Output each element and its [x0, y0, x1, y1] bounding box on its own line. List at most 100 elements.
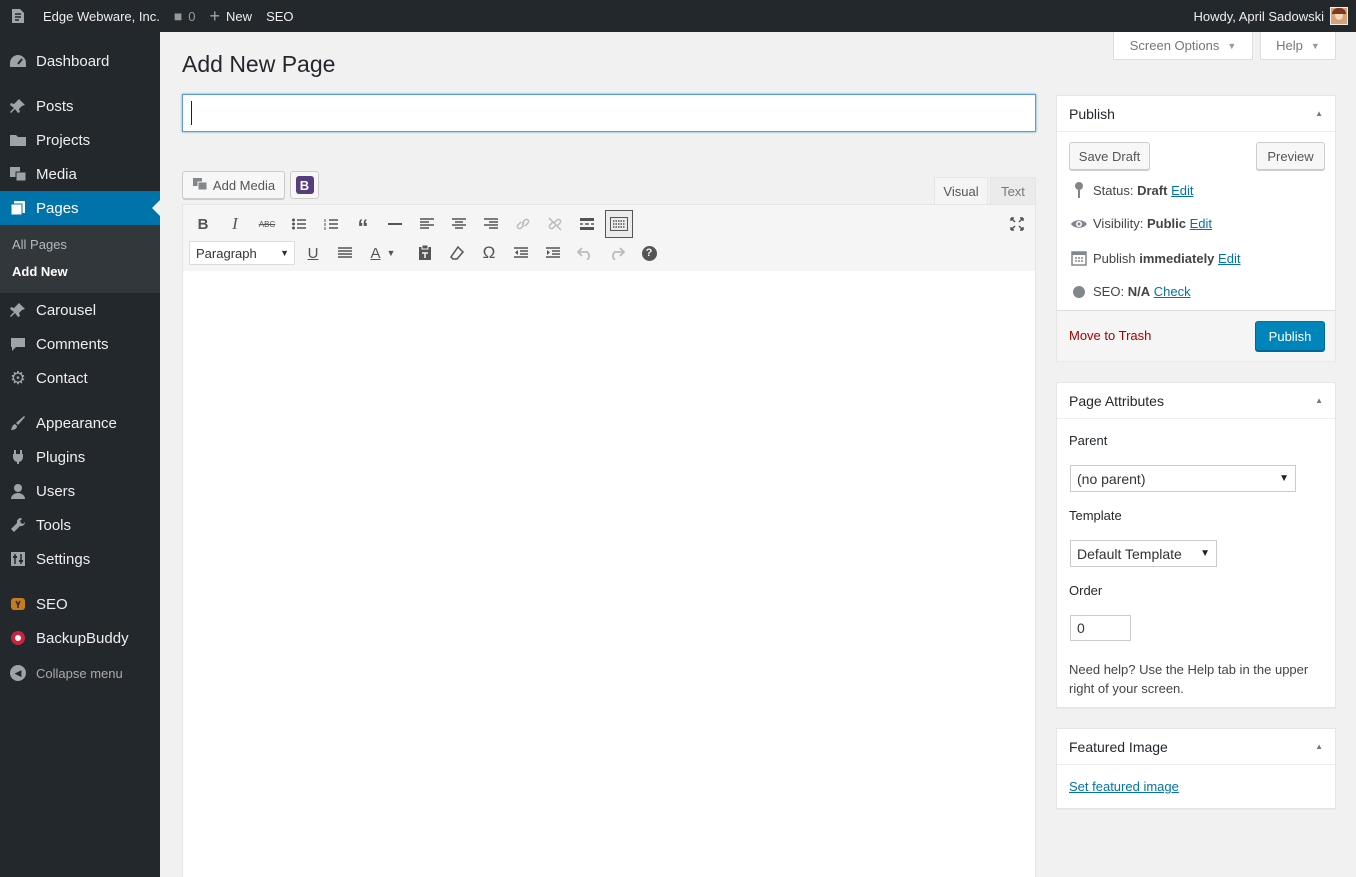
backup-icon [0, 630, 36, 646]
screen-options-button[interactable]: Screen Options ▼ [1113, 32, 1253, 60]
preview-button[interactable]: Preview [1256, 142, 1325, 170]
collapse-menu-button[interactable]: ◀ Collapse menu [0, 656, 160, 690]
seo-check-link[interactable]: Check [1154, 284, 1191, 299]
read-more-icon[interactable] [573, 210, 601, 238]
sidebar-label: Plugins [36, 448, 86, 466]
edit-schedule-link[interactable]: Edit [1218, 251, 1240, 266]
help-label: Help [1276, 38, 1303, 53]
sidebar-item-users[interactable]: Users [0, 474, 160, 508]
sidebar-label: Projects [36, 131, 91, 149]
sidebar-item-carousel[interactable]: Carousel [0, 293, 160, 327]
collapse-arrow-icon[interactable]: ▲ [1315, 742, 1323, 751]
title-input[interactable] [182, 94, 1036, 132]
text-color-icon[interactable]: A ▼ [363, 239, 403, 267]
page-attributes-help-text: Need help? Use the Help tab in the upper… [1069, 662, 1309, 696]
justify-icon[interactable] [331, 239, 359, 267]
publish-box-header[interactable]: Publish ▲ [1057, 96, 1335, 132]
unlink-icon[interactable] [541, 210, 569, 238]
sidebar-item-settings[interactable]: Settings [0, 542, 160, 576]
sidebar-item-comments[interactable]: Comments [0, 327, 160, 361]
avatar[interactable] [1330, 7, 1348, 25]
tab-text[interactable]: Text [990, 177, 1036, 205]
add-media-button[interactable]: Add Media [182, 171, 285, 199]
template-select[interactable]: Default Template ▼ [1070, 540, 1217, 567]
sidebar-label: Tools [36, 516, 72, 534]
parent-select[interactable]: (no parent) ▼ [1070, 465, 1296, 492]
bootstrap-shortcodes-button[interactable]: B [290, 171, 319, 199]
align-center-icon[interactable] [445, 210, 473, 238]
text-cursor [191, 101, 192, 125]
order-label: Order [1069, 583, 1103, 598]
save-draft-button[interactable]: Save Draft [1069, 142, 1150, 170]
sidebar-item-contact[interactable]: ⚙ Contact [0, 361, 160, 395]
bootstrap-icon: B [295, 176, 314, 194]
paste-as-text-icon[interactable] [411, 239, 439, 267]
sidebar-label: Settings [36, 550, 91, 568]
fullscreen-icon[interactable] [1003, 210, 1031, 238]
sidebar-item-dashboard[interactable]: Dashboard [0, 44, 160, 78]
sidebar-item-pages[interactable]: Pages [0, 191, 160, 225]
seo-link[interactable]: SEO [259, 0, 300, 32]
horizontal-line-icon[interactable] [381, 210, 409, 238]
wrench-icon [0, 517, 36, 533]
strikethrough-icon[interactable]: ABC [253, 210, 281, 238]
editor-content-area[interactable] [182, 271, 1036, 877]
seo-score-dot-icon [1069, 285, 1089, 298]
bullet-list-icon[interactable] [285, 210, 313, 238]
sidebar-item-plugins[interactable]: Plugins [0, 440, 160, 474]
page-attributes-header[interactable]: Page Attributes ▲ [1057, 383, 1335, 419]
sidebar-item-posts[interactable]: Posts [0, 89, 160, 123]
italic-icon[interactable]: I [221, 210, 249, 238]
submenu-add-new[interactable]: Add New [12, 264, 68, 279]
undo-icon[interactable] [571, 239, 599, 267]
featured-image-header[interactable]: Featured Image ▲ [1057, 729, 1335, 765]
featured-image-title: Featured Image [1069, 738, 1168, 755]
special-character-icon[interactable]: Ω [475, 239, 503, 267]
edit-visibility-link[interactable]: Edit [1190, 216, 1212, 231]
help-question-icon[interactable]: ? [635, 239, 663, 267]
status-label: Status: [1093, 182, 1134, 198]
order-input[interactable]: 0 [1070, 615, 1131, 641]
publish-button[interactable]: Publish [1255, 321, 1325, 351]
new-content-link[interactable]: + New [203, 0, 260, 32]
sidebar-item-tools[interactable]: Tools [0, 508, 160, 542]
sidebar-item-appearance[interactable]: Appearance [0, 406, 160, 440]
collapse-icon: ◀ [0, 665, 36, 681]
edit-status-link[interactable]: Edit [1171, 183, 1193, 198]
sidebar-item-media[interactable]: Media [0, 157, 160, 191]
align-left-icon[interactable] [413, 210, 441, 238]
site-name-link[interactable]: Edge Webware, Inc. [36, 0, 167, 32]
sidebar-item-backupbuddy[interactable]: BackupBuddy [0, 621, 160, 655]
clear-formatting-icon[interactable] [443, 239, 471, 267]
indent-icon[interactable] [539, 239, 567, 267]
move-to-trash-link[interactable]: Move to Trash [1069, 328, 1151, 343]
redo-icon[interactable] [603, 239, 631, 267]
underline-icon[interactable]: U [299, 239, 327, 267]
seo-label: SEO: [1093, 284, 1125, 299]
sidebar-item-seo[interactable]: SEO [0, 587, 160, 621]
publish-box: Publish ▲ Save Draft Preview Status: Dra… [1056, 95, 1336, 361]
collapse-arrow-icon[interactable]: ▲ [1315, 396, 1323, 405]
submenu-all-pages[interactable]: All Pages [12, 237, 67, 252]
comments-link[interactable]: ■ 0 [167, 0, 203, 32]
wordpress-logo-icon[interactable] [0, 0, 36, 32]
sidebar-item-projects[interactable]: Projects [0, 123, 160, 157]
greeting[interactable]: Howdy, April Sadowski [1193, 9, 1324, 24]
link-icon[interactable] [509, 210, 537, 238]
numbered-list-icon[interactable] [317, 210, 345, 238]
toolbar-toggle-icon[interactable] [605, 210, 633, 238]
format-select[interactable]: Paragraph ▼ [189, 241, 295, 265]
help-button[interactable]: Help ▼ [1260, 32, 1336, 60]
outdent-icon[interactable] [507, 239, 535, 267]
set-featured-image-link[interactable]: Set featured image [1069, 779, 1179, 794]
bold-icon[interactable]: B [189, 210, 217, 238]
sidebar-label: Pages [36, 199, 79, 217]
add-media-label: Add Media [212, 177, 276, 193]
chevron-down-icon: ▼ [1279, 473, 1289, 484]
collapse-arrow-icon[interactable]: ▲ [1315, 109, 1323, 118]
blockquote-icon[interactable]: “ [349, 210, 377, 240]
align-right-icon[interactable] [477, 210, 505, 238]
tab-visual[interactable]: Visual [934, 177, 988, 205]
page-attributes-title: Page Attributes [1069, 392, 1164, 409]
visibility-row: Visibility: Public Edit [1069, 216, 1212, 231]
